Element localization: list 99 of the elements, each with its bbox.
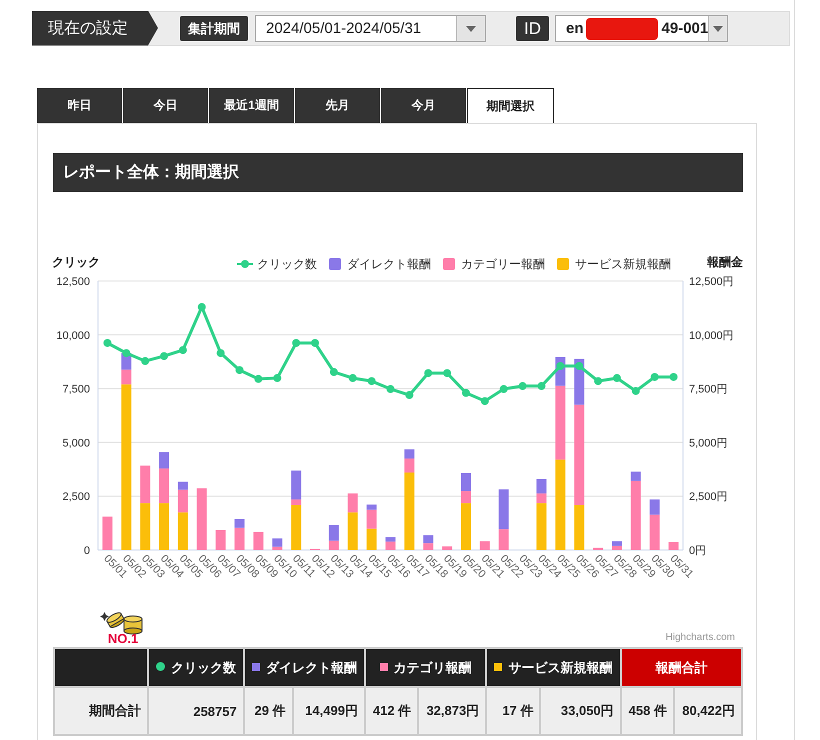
- bar-segment: [593, 548, 604, 550]
- bar-segment: [536, 478, 546, 494]
- legend-item[interactable]: サービス新規報酬: [575, 257, 671, 271]
- data-point: [198, 303, 206, 312]
- data-point: [462, 388, 470, 397]
- id-label: ID: [516, 16, 549, 41]
- data-point: [650, 372, 659, 381]
- data-point: [311, 338, 320, 347]
- legend-item[interactable]: クリック数: [257, 257, 317, 271]
- bar-segment: [442, 546, 452, 550]
- data-point: [386, 385, 394, 394]
- table-cell: 80,422円: [674, 687, 742, 735]
- table-cell: 33,050円: [540, 687, 621, 735]
- id-select[interactable]: en 49-001: [555, 15, 728, 42]
- legend-square-icon: [443, 258, 455, 270]
- period-select[interactable]: 2024/05/01-2024/05/31: [255, 15, 486, 42]
- data-point: [480, 397, 489, 406]
- data-point: [424, 369, 432, 378]
- report-title: レポート全体：期間選択: [53, 153, 743, 192]
- data-point: [103, 338, 112, 347]
- data-point: [160, 352, 168, 360]
- header-label: ダイレクト報酬: [266, 660, 357, 674]
- data-point: [254, 374, 262, 383]
- axis-label: 2,500: [62, 491, 90, 504]
- settings-title: 現在の設定: [32, 10, 158, 46]
- period-tab[interactable]: 最近1週間: [209, 88, 295, 123]
- table-cell: 14,499円: [292, 687, 365, 735]
- axis-label: 5,000: [62, 437, 90, 450]
- data-point: [236, 366, 244, 374]
- period-tab[interactable]: 期間選択: [467, 88, 554, 123]
- axis-label: 12,500円: [689, 276, 734, 288]
- period-tab[interactable]: 今月: [381, 88, 467, 123]
- axis-label: 0円: [689, 545, 706, 557]
- data-point: [368, 377, 376, 386]
- data-point: [537, 382, 546, 390]
- axis-label: 5,000円: [689, 437, 728, 450]
- legend-line-icon: [237, 260, 253, 268]
- header-label: サービス新規報酬: [508, 660, 612, 674]
- data-point: [348, 374, 357, 382]
- axis-label: 7,500円: [689, 384, 728, 396]
- data-point: [594, 377, 602, 386]
- data-point: [405, 391, 414, 400]
- table-cell: 32,873円: [418, 687, 486, 735]
- data-point: [141, 357, 150, 366]
- data-point: [500, 385, 508, 394]
- data-point: [216, 349, 225, 358]
- data-point: [612, 374, 621, 382]
- bar-segment: [480, 541, 490, 550]
- data-point: [518, 382, 527, 390]
- period-tab[interactable]: 昨日: [37, 88, 123, 123]
- table-cell: 412 件: [364, 687, 418, 735]
- bar-segment: [216, 530, 226, 550]
- axis-label: 10,000円: [689, 330, 734, 342]
- data-point: [330, 368, 338, 376]
- caret-icon: [466, 26, 476, 32]
- axis-label: 12,500: [56, 276, 90, 288]
- bar-segment: [102, 516, 112, 550]
- data-point: [178, 346, 187, 354]
- table-cell: 17 件: [486, 687, 540, 735]
- axis-title: 報酬金: [707, 255, 743, 269]
- data-point: [670, 372, 678, 381]
- period-tab[interactable]: 今日: [123, 88, 209, 123]
- data-point: [273, 374, 282, 382]
- table-cell: 29 件: [244, 687, 293, 735]
- caret-icon: [713, 26, 724, 32]
- period-label: 集計期間: [180, 16, 248, 41]
- bar-segment: [140, 503, 150, 550]
- row-label: 期間合計: [54, 687, 148, 735]
- legend-item[interactable]: ダイレクト報酬: [347, 257, 431, 271]
- data-point: [292, 338, 300, 347]
- period-tab[interactable]: 先月: [295, 88, 381, 123]
- header-label: カテゴリ報酬: [394, 660, 472, 674]
- legend-item[interactable]: カテゴリー報酬: [461, 257, 545, 271]
- bar-segment: [366, 528, 377, 550]
- legend-square-icon: [557, 258, 569, 270]
- dropdown-button[interactable]: [708, 16, 727, 41]
- axis-label: 2,500円: [689, 491, 728, 504]
- bar-segment: [140, 466, 150, 504]
- bar-segment: [253, 532, 264, 550]
- legend-square-icon: [329, 258, 341, 270]
- axis-label: 7,500: [62, 384, 90, 396]
- data-point: [122, 349, 130, 358]
- column-header: 報酬合計: [620, 648, 742, 687]
- bar-segment: [423, 535, 434, 544]
- data-point: [556, 362, 564, 370]
- header-label: クリック数: [170, 660, 236, 674]
- data-point: [443, 369, 452, 378]
- table-cell: 258757: [148, 687, 244, 735]
- dropdown-button[interactable]: [456, 16, 485, 41]
- axis-label: 0: [84, 545, 90, 557]
- rank-label: NO.1: [108, 632, 138, 645]
- axis-title: クリック: [52, 255, 100, 269]
- data-point: [632, 386, 640, 395]
- table-cell: 458 件: [620, 687, 674, 735]
- axis-label: 10,000: [56, 330, 90, 342]
- data-point: [575, 362, 584, 370]
- bar-segment: [159, 503, 170, 550]
- bar-segment: [196, 488, 207, 550]
- bar-segment: [668, 542, 679, 550]
